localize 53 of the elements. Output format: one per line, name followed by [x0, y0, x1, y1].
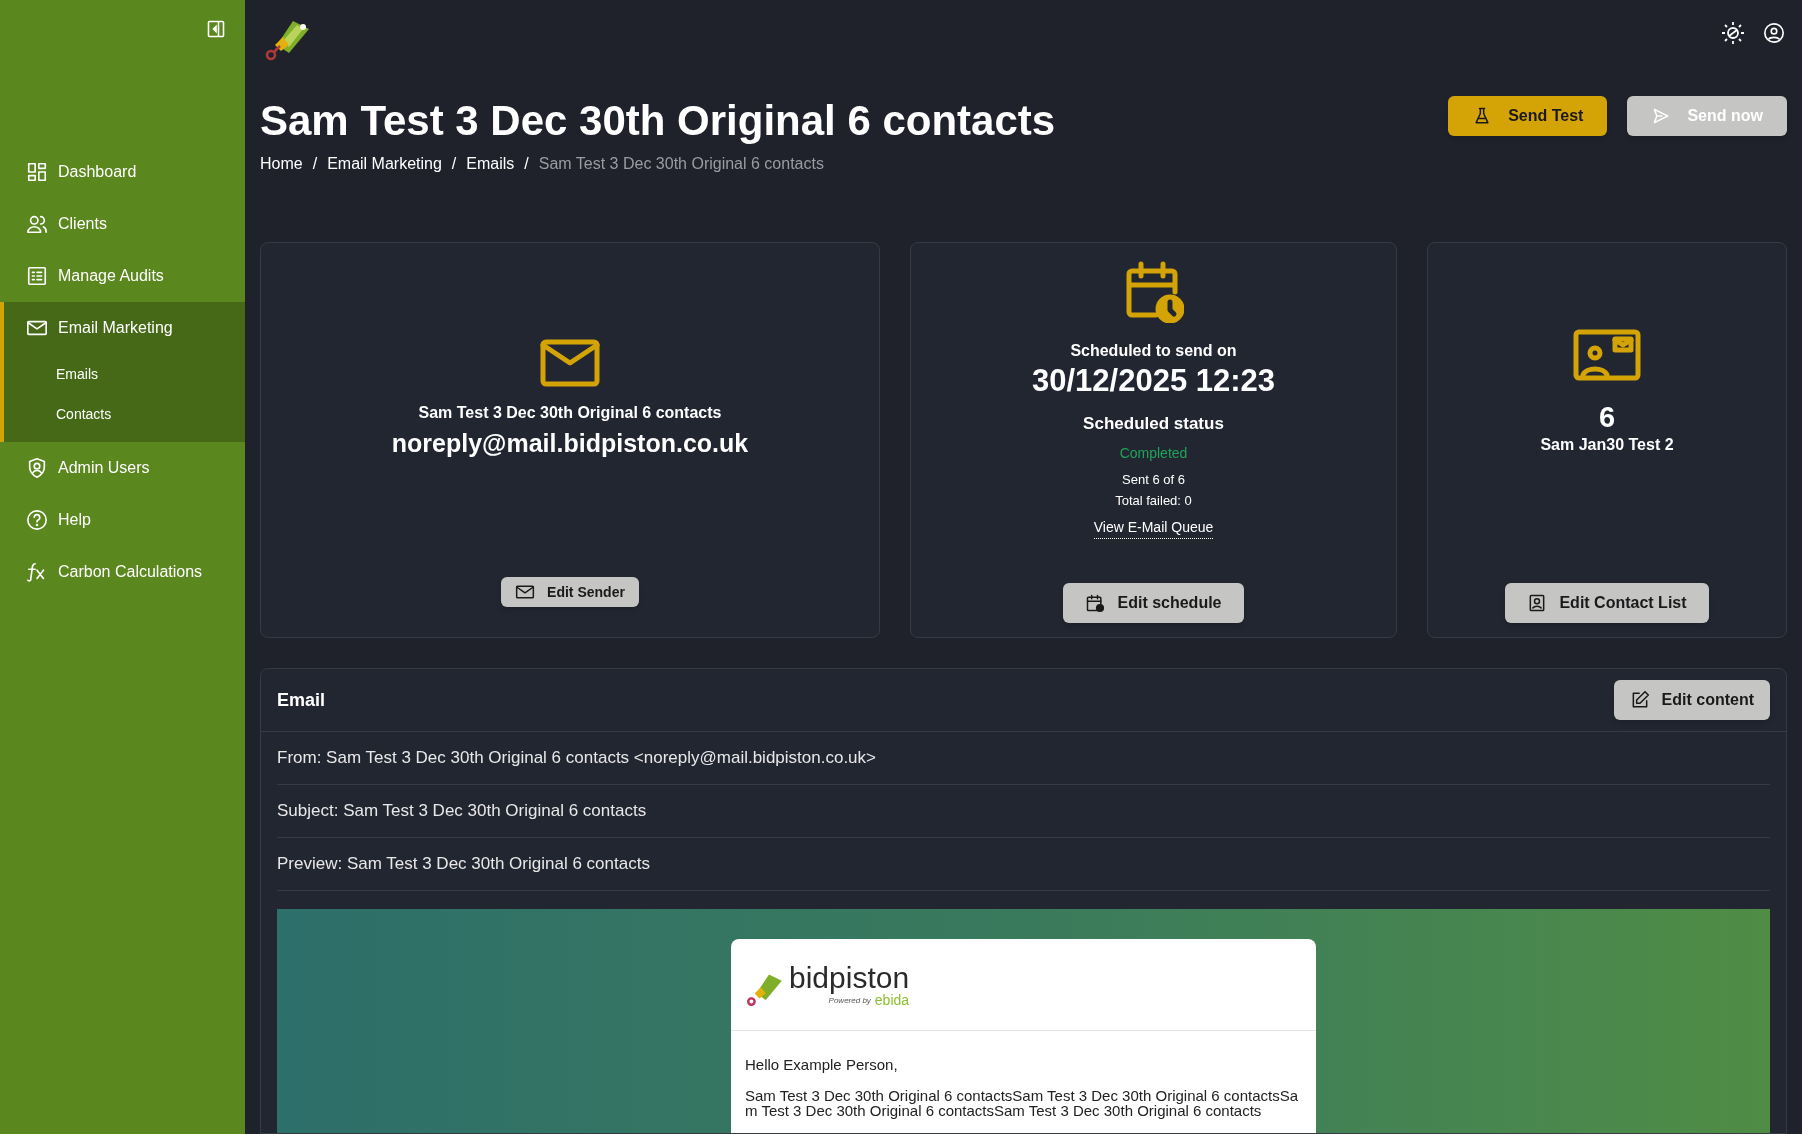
calendar-icon [1085, 593, 1106, 613]
account-icon[interactable] [1763, 22, 1785, 44]
contact-count: 6 [1598, 401, 1616, 433]
schedule-datetime: 30/12/2025 12:23 [1031, 363, 1276, 399]
status-label: Scheduled status [1083, 413, 1224, 435]
breadcrumb-link[interactable]: Email Marketing [327, 152, 442, 176]
edit-contact-list-button[interactable]: Edit Contact List [1505, 583, 1709, 623]
greeting-text: Hello Example Person, [745, 1057, 899, 1072]
email-field-row-text: From: Sam Test 3 Dec 30th Original 6 contacts <noreply@mail.bidpiston.co.uk> [277, 747, 876, 770]
panel-title: Email [277, 688, 326, 712]
help-icon [26, 509, 48, 531]
envelope-icon [540, 339, 600, 387]
page-title: Sam Test 3 Dec 30th Original 6 contacts [260, 96, 1056, 146]
breadcrumb-link[interactable]: Home [260, 152, 303, 176]
breadcrumb-link[interactable]: Emails [466, 152, 515, 176]
email-queue-link[interactable]: View E-Mail Queue [1093, 516, 1214, 539]
sidebar-item[interactable]: Help [0, 494, 245, 546]
sidebar-item[interactable]: Clients [0, 198, 245, 250]
breadcrumb-separator: / [524, 154, 529, 174]
sender-name: Sam Test 3 Dec 30th Original 6 contacts [418, 403, 722, 423]
theme-toggle-icon[interactable] [1721, 21, 1745, 45]
sender-email: noreply@mail.bidpiston.co.uk [391, 428, 749, 459]
sidebar-item[interactable]: Carbon Calculations [0, 546, 245, 598]
checklist-icon [26, 265, 48, 287]
breadcrumb-separator: / [451, 154, 457, 174]
email-field-row-text: Preview: Sam Test 3 Dec 30th Original 6 contacts [277, 853, 650, 876]
schedule-caption: Scheduled to send on [1070, 341, 1237, 361]
users-icon [26, 213, 48, 235]
contact-list-name: Sam Jan30 Test 2 [1540, 435, 1674, 455]
failed-count: Total failed: 0 [1115, 492, 1192, 510]
edit-sender-button[interactable]: Edit Sender [501, 577, 639, 607]
sidebar-subitem[interactable]: Contacts [4, 394, 245, 434]
breadcrumb-current: Sam Test 3 Dec 30th Original 6 contacts [538, 154, 824, 174]
edit-schedule-button[interactable]: Edit schedule [1063, 583, 1244, 623]
status-text: Completed [1119, 443, 1188, 463]
breadcrumb-separator: / [312, 154, 318, 174]
collapse-sidebar-icon[interactable] [207, 20, 225, 38]
email-field-row-text: Subject: Sam Test 3 Dec 30th Original 6 contacts [277, 800, 647, 823]
send-test-button[interactable]: Send Test [1448, 96, 1608, 136]
sidebar-subitem[interactable]: Emails [4, 354, 245, 394]
sidebar-item[interactable]: Manage Audits [0, 250, 245, 302]
edit-content-button[interactable]: Edit content [1613, 680, 1770, 720]
sidebar-item[interactable]: Dashboard [0, 146, 245, 198]
contact-card-icon [1573, 329, 1641, 381]
email-body-text: Sam Test 3 Dec 30th Original 6 contactsSam Test 3 Dec 30th Original 6 contactsSam Test 3 Dec 30th Original 6 contactsSam Test 3 Dec 30th Original 6 contacts [745, 1088, 1300, 1118]
sidebar-item[interactable]: Admin Users [0, 442, 245, 494]
sent-count: Sent 6 of 6 [1122, 470, 1185, 489]
powered-by-text: Powered by [828, 994, 871, 1007]
brand-name: bidpiston [789, 962, 910, 993]
partner-brand: ebida [874, 992, 910, 1007]
dashboard-icon [26, 161, 48, 183]
mail-icon [515, 582, 536, 602]
shield-user-icon [26, 457, 48, 479]
